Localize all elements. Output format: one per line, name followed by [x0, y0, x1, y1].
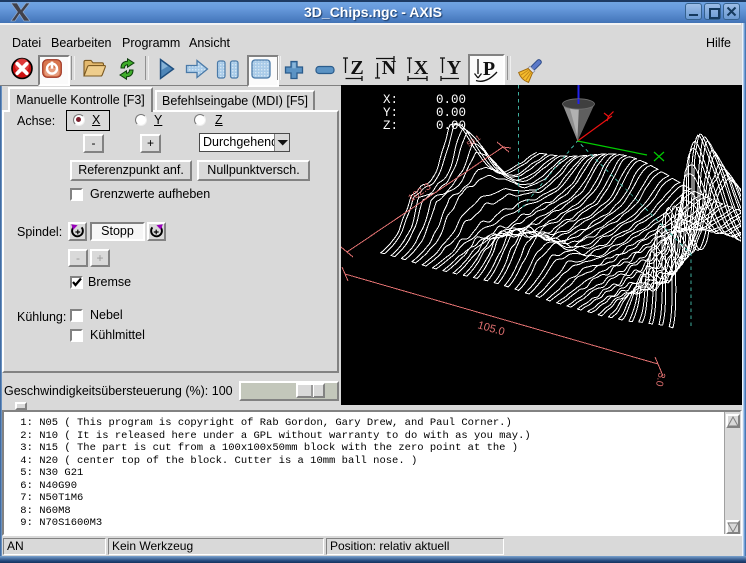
svg-text:102.3: 102.3 — [406, 181, 433, 204]
svg-text:Y:: Y: — [383, 106, 398, 120]
svg-text:105.0: 105.0 — [476, 319, 506, 338]
svg-text:0.00: 0.00 — [436, 106, 466, 120]
svg-text:0.00: 0.00 — [436, 93, 466, 107]
svg-text:0.00: 0.00 — [436, 119, 466, 133]
svg-text:Z:: Z: — [383, 119, 398, 133]
svg-text:X:: X: — [383, 93, 398, 107]
svg-text:3.0: 3.0 — [653, 371, 667, 387]
